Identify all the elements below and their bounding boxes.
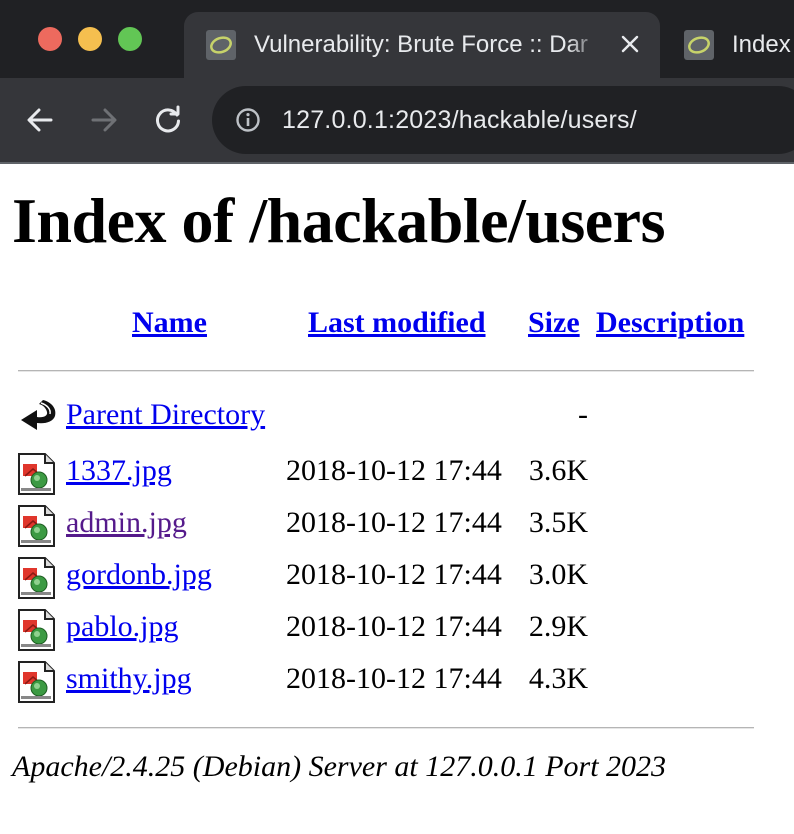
image-file-icon <box>17 504 57 548</box>
close-window-button[interactable] <box>38 27 62 51</box>
file-link[interactable]: pablo.jpg <box>66 610 179 644</box>
arrow-right-icon <box>91 108 117 132</box>
file-link[interactable]: smithy.jpg <box>66 662 192 696</box>
reload-icon <box>156 105 180 133</box>
column-header-size[interactable]: Size <box>528 306 580 340</box>
modified-value: 2018-10-12 17:44 <box>286 506 502 539</box>
size-value: - <box>578 398 588 431</box>
arrow-left-icon <box>27 108 53 132</box>
file-link[interactable]: gordonb.jpg <box>66 558 212 592</box>
table-row: 1337.jpg 2018-10-12 17:44 3.6K <box>0 446 794 498</box>
modified-value: 2018-10-12 17:44 <box>286 610 502 643</box>
tab-title: Index <box>732 31 791 58</box>
dvwa-favicon-icon <box>206 30 236 60</box>
image-file-icon <box>17 608 57 652</box>
table-row: gordonb.jpg 2018-10-12 17:44 3.0K <box>0 550 794 602</box>
file-link[interactable]: 1337.jpg <box>66 454 172 488</box>
size-value: 2.9K <box>528 610 588 643</box>
image-file-icon <box>17 452 57 496</box>
minimize-window-button[interactable] <box>78 27 102 51</box>
column-header-name[interactable]: Name <box>132 306 207 340</box>
server-signature: Apache/2.4.25 (Debian) Server at 127.0.0… <box>12 750 667 783</box>
info-icon[interactable] <box>234 106 262 134</box>
modified-value: 2018-10-12 17:44 <box>286 662 502 695</box>
back-arrow-icon <box>17 396 57 440</box>
file-link[interactable]: admin.jpg <box>66 506 187 540</box>
maximize-window-button[interactable] <box>118 27 142 51</box>
address-bar[interactable]: 127.0.0.1:2023/hackable/users/ <box>212 86 794 154</box>
url-text: 127.0.0.1:2023/hackable/users/ <box>282 105 637 134</box>
browser-toolbar: 127.0.0.1:2023/hackable/users/ <box>0 78 794 162</box>
table-row: admin.jpg 2018-10-12 17:44 3.5K <box>0 498 794 550</box>
divider <box>18 370 754 372</box>
list-item-parent: Parent Directory - <box>0 390 794 442</box>
column-header-last-modified[interactable]: Last modified <box>308 306 486 340</box>
image-file-icon <box>17 660 57 704</box>
table-row: smithy.jpg 2018-10-12 17:44 4.3K <box>0 654 794 706</box>
size-value: 3.5K <box>528 506 588 539</box>
browser-titlebar: Vulnerability: Brute Force :: Dar Index <box>0 0 794 78</box>
back-button[interactable] <box>22 102 58 138</box>
page-title: Index of /hackable/users <box>12 185 665 256</box>
image-file-icon <box>17 556 57 600</box>
size-value: 3.6K <box>528 454 588 487</box>
reload-button[interactable] <box>150 102 186 138</box>
dvwa-favicon-icon <box>684 30 714 60</box>
modified-value: 2018-10-12 17:44 <box>286 558 502 591</box>
modified-value: 2018-10-12 17:44 <box>286 454 502 487</box>
page-content: Index of /hackable/users Name Last modif… <box>0 164 794 834</box>
parent-directory-link[interactable]: Parent Directory <box>66 398 265 432</box>
column-header-description[interactable]: Description <box>596 306 744 340</box>
tab-active[interactable]: Vulnerability: Brute Force :: Dar <box>184 12 660 78</box>
table-row: pablo.jpg 2018-10-12 17:44 2.9K <box>0 602 794 654</box>
tab-close-icon[interactable] <box>618 32 642 56</box>
forward-button[interactable] <box>86 102 122 138</box>
size-value: 3.0K <box>528 558 588 591</box>
divider <box>18 727 754 729</box>
size-value: 4.3K <box>528 662 588 695</box>
tab-inactive[interactable]: Index <box>662 12 794 78</box>
tab-title: Vulnerability: Brute Force :: Dar <box>254 31 588 58</box>
